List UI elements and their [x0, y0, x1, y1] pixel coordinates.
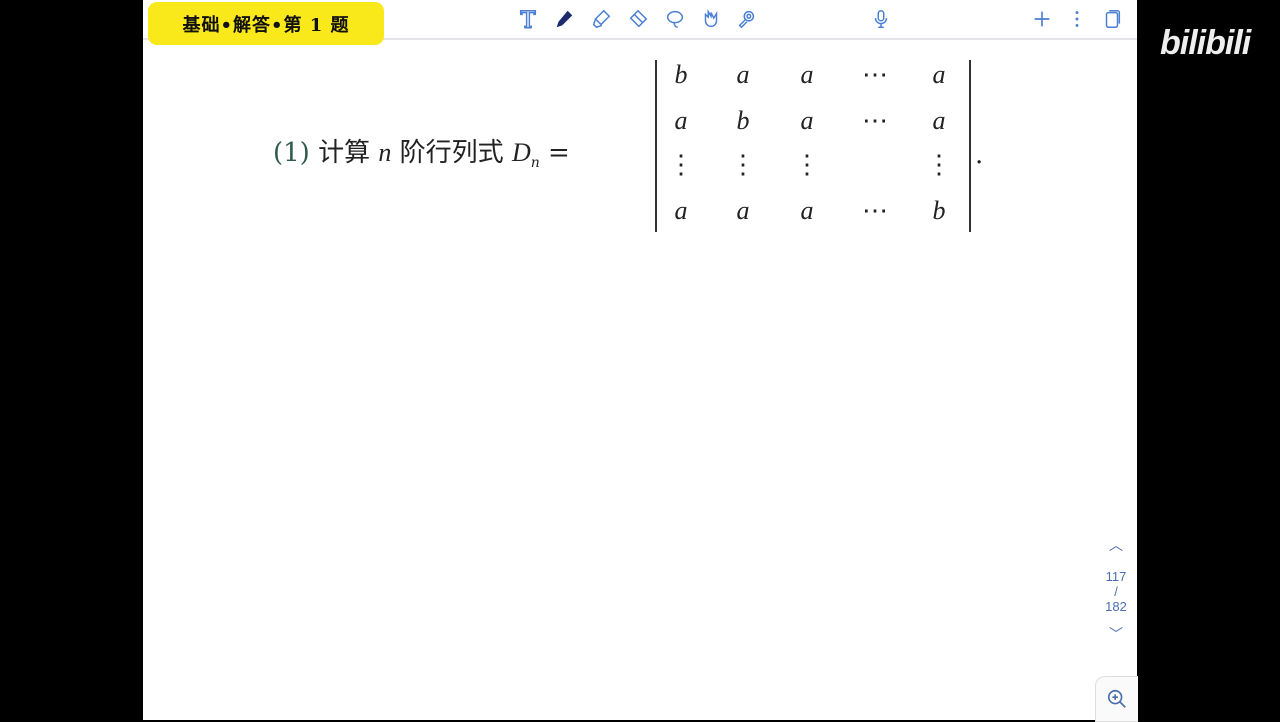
add-page-icon[interactable]	[1029, 6, 1055, 32]
matrix-cell: a	[674, 196, 688, 225]
pen-icon[interactable]	[551, 6, 577, 32]
page-separator: /	[1114, 584, 1118, 599]
var-n: n	[378, 138, 392, 167]
question-text-before: 计算	[318, 138, 371, 168]
microphone-icon[interactable]	[868, 6, 894, 32]
matrix-cell: a	[800, 196, 814, 225]
matrix-cell: ⋮	[794, 150, 820, 179]
matrix-cell: a	[932, 106, 946, 135]
highlighter-icon[interactable]	[588, 6, 614, 32]
page-down-icon[interactable]: ﹀	[1098, 624, 1134, 644]
determinant-subscript: n	[530, 155, 540, 172]
total-pages: 182	[1105, 599, 1127, 614]
question-text: (1) 计算 n 阶行列式 Dn =	[273, 132, 570, 171]
matrix-cell: b	[736, 106, 750, 135]
matrix-cell: a	[674, 106, 688, 135]
matrix-cell: a	[800, 106, 814, 135]
matrix-cell: ⋮	[926, 150, 952, 179]
question-text-after: 阶行列式	[399, 138, 504, 168]
matrix-cell: ⋯	[862, 60, 888, 89]
laser-pointer-icon[interactable]	[734, 6, 760, 32]
matrix-cell: b	[674, 60, 688, 89]
matrix-cell: ⋯	[862, 106, 888, 135]
bilibili-watermark: bilibili	[1160, 24, 1251, 62]
equals-sign: =	[548, 138, 570, 168]
document-page: 基础•解答•第 1 题 (1) 计算 n 阶行列式 Dn = b a a ⋯ a a b a ⋯…	[143, 0, 1138, 722]
matrix-cell: a	[800, 60, 814, 89]
matrix-cell: a	[932, 60, 946, 89]
matrix-cell: ⋯	[862, 196, 888, 225]
matrix-cell: a	[736, 60, 750, 89]
pages-icon[interactable]	[1099, 6, 1125, 32]
eraser-icon[interactable]	[625, 6, 651, 32]
hand-icon[interactable]	[698, 6, 724, 32]
title-badge: 基础•解答•第 1 题	[148, 2, 384, 45]
matrix-cell: ⋮	[668, 150, 694, 179]
more-options-icon[interactable]	[1064, 6, 1090, 32]
matrix-cell: b	[932, 196, 946, 225]
text-tool-icon[interactable]	[515, 6, 541, 32]
matrix-cell: a	[736, 196, 750, 225]
page-indicator: ︿ 117 / 182 ﹀	[1098, 535, 1134, 644]
zoom-in-button[interactable]	[1095, 676, 1138, 722]
page-up-icon[interactable]: ︿	[1098, 535, 1134, 555]
determinant-matrix: b a a ⋯ a a b a ⋯ a ⋮ ⋮ ⋮ ⋮ a a a ⋯ b	[655, 60, 971, 232]
question-number: (1)	[273, 138, 310, 168]
current-page: 117	[1105, 569, 1127, 584]
matrix-cell: ⋮	[730, 150, 756, 179]
zoom-in-icon	[1107, 689, 1126, 708]
period: .	[975, 140, 984, 170]
determinant-symbol: D	[511, 138, 531, 167]
lasso-icon[interactable]	[662, 6, 688, 32]
